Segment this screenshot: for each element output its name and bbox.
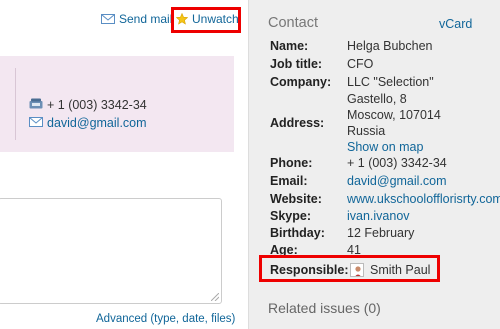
send-mail-label: Send mail: [119, 12, 173, 26]
resize-grip-icon[interactable]: [211, 293, 219, 301]
card-phone-value: + 1 (003) 3342-34: [47, 98, 147, 112]
card-email-value: david@gmail.com: [47, 116, 147, 130]
phone-icon: [29, 98, 43, 112]
email-label: Email:: [270, 174, 308, 188]
phone-value: + 1 (003) 3342-34: [347, 156, 447, 170]
company-value: LLC "Selection": [347, 75, 434, 89]
address-line3: Russia: [347, 124, 386, 138]
name-value: Helga Bubchen: [347, 39, 433, 53]
website-link[interactable]: www.ukschoolofflorisrty.com: [347, 191, 500, 207]
email-link[interactable]: david@gmail.com: [347, 173, 447, 189]
contact-card: + 1 (003) 3342-34 david@gmail.com: [0, 56, 234, 152]
birthday-label: Birthday:: [270, 226, 325, 240]
card-email[interactable]: david@gmail.com: [29, 116, 147, 130]
envelope-icon: [29, 116, 43, 130]
issue-main-area: Send mail Unwatch + 1 (003) 3342-34 davi…: [0, 0, 248, 329]
comment-textarea[interactable]: [0, 198, 222, 304]
address-label: Address:: [270, 116, 325, 130]
vcard-link[interactable]: vCard: [439, 17, 472, 31]
name-label: Name:: [270, 39, 309, 53]
card-divider: [15, 68, 16, 140]
birthday-value: 12 February: [347, 226, 415, 240]
send-mail-link[interactable]: Send mail: [101, 12, 172, 26]
company-label: Company:: [270, 75, 332, 89]
job-label: Job title:: [270, 57, 323, 71]
advanced-options-link[interactable]: Advanced (type, date, files): [96, 313, 235, 325]
card-phone: + 1 (003) 3342-34: [29, 98, 147, 112]
address-line2: Moscow, 107014: [347, 108, 441, 122]
sidebar-title: Contact: [268, 15, 318, 31]
related-issues-heading: Related issues (0): [268, 300, 381, 316]
skype-label: Skype:: [270, 209, 311, 223]
website-label: Website:: [270, 192, 322, 206]
unwatch-highlight: [171, 7, 241, 33]
job-value: CFO: [347, 57, 374, 71]
address-line1: Gastello, 8: [347, 92, 407, 106]
mail-icon: [101, 14, 115, 24]
skype-link[interactable]: ivan.ivanov: [347, 208, 410, 224]
responsible-highlight: [259, 255, 440, 282]
show-on-map-link[interactable]: Show on map: [347, 139, 423, 155]
phone-label: Phone:: [270, 156, 313, 170]
